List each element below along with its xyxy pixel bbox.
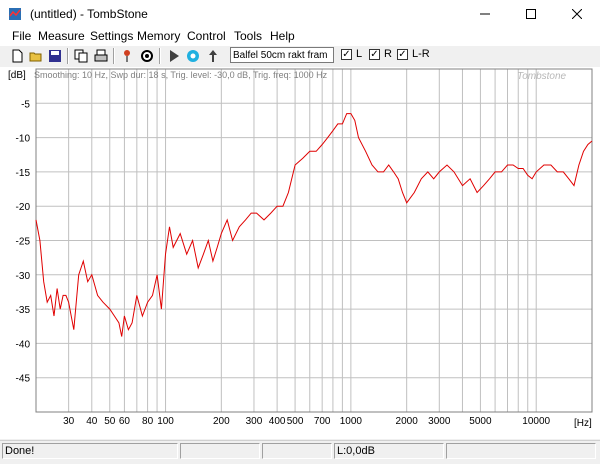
status-message: Done! bbox=[2, 443, 178, 459]
marker-button[interactable] bbox=[118, 47, 136, 65]
x-tick-label: 500 bbox=[287, 416, 304, 427]
y-tick-label: -15 bbox=[16, 168, 31, 179]
copy-button[interactable] bbox=[72, 47, 90, 65]
menu-file[interactable]: File bbox=[12, 29, 31, 43]
status-cell-5 bbox=[446, 443, 596, 459]
maximize-icon bbox=[526, 9, 536, 19]
y-tick-label: -40 bbox=[16, 339, 31, 350]
status-cell-2 bbox=[180, 443, 260, 459]
x-tick-label: 2000 bbox=[396, 416, 419, 427]
menu-measure[interactable]: Measure bbox=[38, 29, 85, 43]
response-trace bbox=[35, 113, 593, 337]
x-tick-label: 100 bbox=[157, 416, 174, 427]
x-tick-label: 400 bbox=[269, 416, 286, 427]
menu-bar: File Measure Settings Memory Control Too… bbox=[0, 28, 600, 46]
toolbar-separator bbox=[67, 48, 69, 64]
y-tick-label: -30 bbox=[16, 271, 31, 282]
print-button[interactable] bbox=[92, 47, 110, 65]
watermark: Tombstone bbox=[517, 71, 567, 82]
x-tick-label: 50 bbox=[104, 416, 116, 427]
trigger-button[interactable] bbox=[204, 47, 222, 65]
y-axis-unit: [dB] bbox=[8, 70, 26, 81]
toolbar-separator bbox=[113, 48, 115, 64]
x-tick-label: 200 bbox=[213, 416, 230, 427]
y-tick-label: -25 bbox=[16, 237, 31, 248]
maximize-button[interactable] bbox=[508, 0, 554, 28]
check-left-label: L bbox=[356, 48, 363, 60]
toolbar-separator bbox=[159, 48, 161, 64]
x-tick-label: 3000 bbox=[428, 416, 451, 427]
menu-memory[interactable]: Memory bbox=[137, 29, 180, 43]
x-tick-label: 1000 bbox=[340, 416, 363, 427]
play-button[interactable] bbox=[165, 47, 183, 65]
y-tick-label: -10 bbox=[16, 134, 31, 145]
x-tick-label: 40 bbox=[86, 416, 98, 427]
check-right-label: R bbox=[384, 48, 392, 60]
check-right[interactable]: ✓ bbox=[369, 49, 380, 60]
new-button[interactable] bbox=[8, 47, 26, 65]
app-icon bbox=[9, 8, 21, 20]
open-button[interactable] bbox=[27, 47, 45, 65]
window-title: (untitled) - TombStone bbox=[30, 7, 148, 21]
check-lr[interactable]: ✓ bbox=[397, 49, 408, 60]
minimize-button[interactable] bbox=[462, 0, 508, 28]
close-icon bbox=[572, 9, 582, 19]
status-cell-3 bbox=[262, 443, 332, 459]
menu-help[interactable]: Help bbox=[270, 29, 295, 43]
y-tick-label: -5 bbox=[21, 99, 30, 110]
x-tick-label: 5000 bbox=[469, 416, 492, 427]
play-icon bbox=[170, 50, 179, 62]
menu-settings[interactable]: Settings bbox=[90, 29, 133, 43]
save-icon bbox=[49, 50, 61, 62]
minimize-icon bbox=[480, 13, 490, 15]
gear-icon bbox=[141, 50, 153, 62]
memo-field[interactable]: Balfel 50cm rakt fram bbox=[230, 47, 334, 63]
status-level: L:0,0dB bbox=[334, 443, 444, 459]
measure-icon bbox=[187, 50, 199, 62]
plot-area: 30 40 50 60 80 100 200 300 400 500 700 1000 2000 3000… bbox=[0, 67, 600, 439]
pin-icon bbox=[124, 50, 130, 62]
open-folder-icon bbox=[29, 52, 42, 62]
save-button[interactable] bbox=[46, 47, 64, 65]
y-tick-label: -20 bbox=[16, 202, 31, 213]
check-lr-label: L-R bbox=[412, 48, 430, 60]
x-tick-label: 300 bbox=[246, 416, 263, 427]
menu-tools[interactable]: Tools bbox=[234, 29, 262, 43]
info-line: Smoothing: 10 Hz, Swp dur: 18 s, Trig. l… bbox=[34, 70, 328, 80]
y-tick-label: -35 bbox=[16, 305, 31, 316]
x-tick-label: 10000 bbox=[522, 416, 550, 427]
x-tick-label: 80 bbox=[142, 416, 154, 427]
response-chart: 30 40 50 60 80 100 200 300 400 500 700 1000 2000 3000… bbox=[8, 68, 593, 429]
close-button[interactable] bbox=[554, 0, 600, 28]
title-bar: (untitled) - TombStone bbox=[0, 0, 600, 28]
x-tick-label: 30 bbox=[63, 416, 75, 427]
status-bar: Done! L:0,0dB bbox=[0, 440, 600, 464]
x-tick-label: 700 bbox=[314, 416, 331, 427]
y-tick-label: -45 bbox=[16, 374, 31, 385]
new-file-icon bbox=[12, 49, 23, 63]
x-axis-unit: [Hz] bbox=[574, 418, 592, 429]
printer-icon bbox=[94, 49, 108, 62]
menu-control[interactable]: Control bbox=[187, 29, 226, 43]
x-tick-label: 60 bbox=[119, 416, 131, 427]
copy-icon bbox=[74, 49, 88, 63]
arrow-up-icon bbox=[209, 50, 217, 62]
check-left[interactable]: ✓ bbox=[341, 49, 352, 60]
record-button[interactable] bbox=[184, 47, 202, 65]
settings-button[interactable] bbox=[138, 47, 156, 65]
